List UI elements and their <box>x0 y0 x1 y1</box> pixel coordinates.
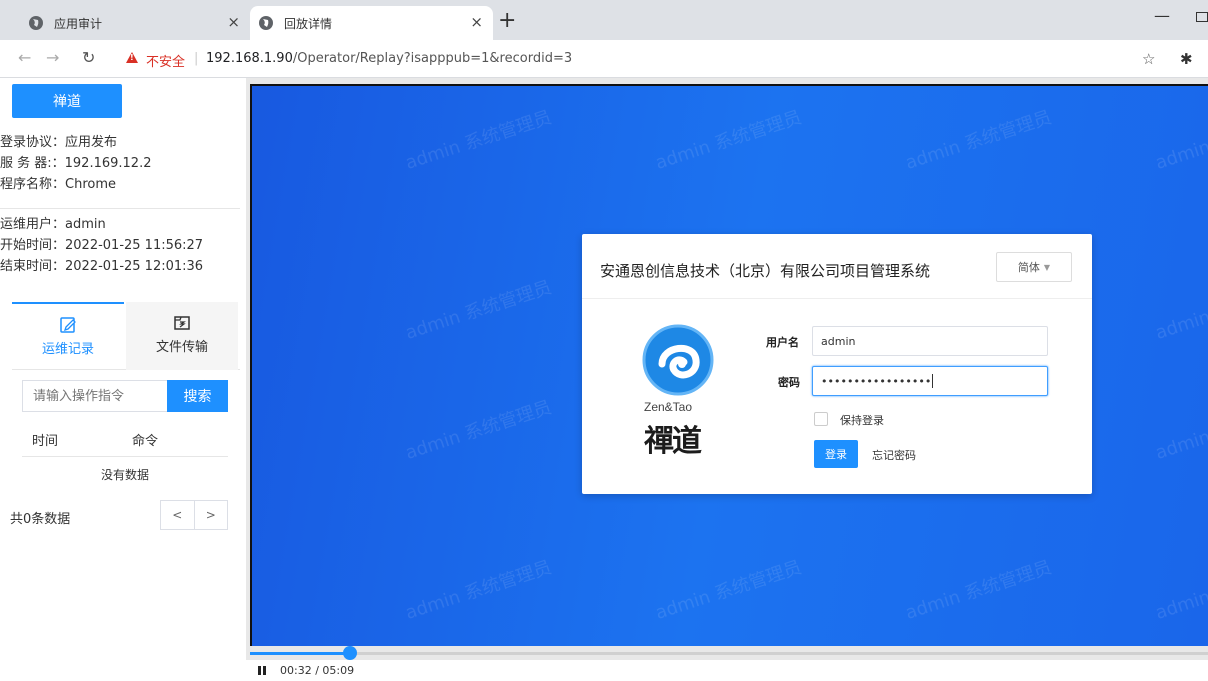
record-tabs: 运维记录 文件传输 <box>12 302 240 370</box>
security-status[interactable]: 不安全 <box>146 51 185 70</box>
address-separator: | <box>194 51 199 66</box>
password-field[interactable]: ••••••••••••••••• <box>812 366 1048 396</box>
password-value: ••••••••••••••••• <box>821 374 932 388</box>
prev-page-button[interactable]: < <box>161 501 194 529</box>
minimize-window-icon[interactable]: — <box>1154 6 1170 25</box>
watermark-text: admin 系统管理员 <box>1152 397 1208 464</box>
operator-info: 运维用户：admin 开始时间：2022-01-25 11:56:27 结束时间… <box>0 214 203 277</box>
column-header-command: 命令 <box>132 434 159 449</box>
tab-ops-label: 运维记录 <box>41 342 94 357</box>
program-text: 程序名称：Chrome <box>0 177 116 192</box>
maximize-window-icon[interactable] <box>1196 12 1208 22</box>
globe-icon <box>29 16 43 30</box>
next-page-button[interactable]: > <box>193 501 228 529</box>
zentao-swirl-icon <box>642 324 714 396</box>
replay-screen[interactable]: admin 系统管理员 admin 系统管理员 admin 系统管理员 admin 系… <box>250 84 1208 646</box>
password-label: 密码 <box>778 376 800 389</box>
tab-file-label: 文件传输 <box>155 340 208 355</box>
operator-user-text: 运维用户：admin <box>0 217 106 232</box>
login-card: 安通恩创信息技术（北京）有限公司项目管理系统 简体 ▼ Zen&Tao 禪道 用户… <box>582 234 1092 494</box>
watermark-text: admin 系统管理员 <box>652 106 805 174</box>
reload-icon[interactable]: ↻ <box>82 49 95 67</box>
zentao-logo: Zen&Tao 禪道 <box>642 324 742 459</box>
card-divider <box>582 298 1092 299</box>
logo-chinese-text: 禪道 <box>644 424 702 459</box>
divider <box>0 208 240 209</box>
protocol-text: 登录协议：应用发布 <box>0 135 118 150</box>
progress-handle[interactable] <box>342 646 357 660</box>
watermark-text: admin 系统管理员 <box>902 106 1055 174</box>
command-search-input[interactable] <box>22 380 167 412</box>
edit-icon <box>60 317 76 333</box>
replay-info-sidebar: 禅道 登录协议：应用发布 服 务 器:：192.169.12.2 程序名称：Ch… <box>0 78 244 681</box>
watermark-text: admin 系统管理员 <box>402 276 555 344</box>
url-host: 192.168.1.90 <box>206 51 293 66</box>
progress-fill <box>250 652 350 655</box>
tab-file-transfer[interactable]: 文件传输 <box>126 302 238 370</box>
watermark-text: admin 系统管理员 <box>1152 277 1208 344</box>
table-divider <box>22 456 228 457</box>
globe-icon <box>259 16 273 30</box>
tab-title: 回放详情 <box>284 16 333 31</box>
pagination: < > <box>160 500 228 530</box>
watermark-text: admin 系统管理员 <box>402 396 555 464</box>
login-title: 安通恩创信息技术（北京）有限公司项目管理系统 <box>600 262 931 280</box>
chevron-down-icon: ▼ <box>1043 262 1051 272</box>
progress-bar[interactable] <box>250 646 1208 660</box>
remember-checkbox[interactable] <box>814 412 828 426</box>
replay-player: admin 系统管理员 admin 系统管理员 admin 系统管理员 admin 系… <box>246 78 1208 681</box>
watermark-text: admin 系统管理员 <box>402 106 555 174</box>
watermark-text: admin 系统管理员 <box>1152 107 1208 174</box>
file-transfer-icon <box>174 316 190 330</box>
session-info: 登录协议：应用发布 服 务 器:：192.169.12.2 程序名称：Chrom… <box>0 132 151 195</box>
bookmark-star-icon[interactable]: ☆ <box>1142 50 1155 68</box>
url-field[interactable]: 192.168.1.90/Operator/Replay?isapppub=1&… <box>206 51 572 66</box>
playback-controls: 00:32 / 05:09 <box>246 660 1208 681</box>
watermark-text: admin 系统管理员 <box>402 556 555 624</box>
extensions-puzzle-icon[interactable]: ✱ <box>1180 50 1193 68</box>
watermark-text: admin 系统管理员 <box>1152 557 1208 624</box>
remember-label: 保持登录 <box>840 414 884 427</box>
watermark-text: admin 系统管理员 <box>902 556 1055 624</box>
logo-english-text: Zen&Tao <box>644 400 693 414</box>
browser-tab-bar: 应用审计 × 回放详情 × + — <box>0 0 1208 40</box>
text-cursor <box>932 374 934 388</box>
browser-tab-replay-detail[interactable]: 回放详情 × <box>250 6 493 40</box>
warning-icon[interactable] <box>126 52 138 63</box>
playback-time: 00:32 / 05:09 <box>280 664 355 677</box>
username-label: 用户名 <box>766 336 799 349</box>
watermark-text: admin 系统管理员 <box>652 556 805 624</box>
empty-table-text: 没有数据 <box>100 468 149 482</box>
browser-tab-app-audit[interactable]: 应用审计 × <box>0 6 250 40</box>
back-arrow-icon[interactable]: ← <box>18 49 31 67</box>
start-time-text: 开始时间：2022-01-25 11:56:27 <box>0 238 204 253</box>
language-select[interactable]: 简体 ▼ <box>996 252 1072 282</box>
search-button[interactable]: 搜索 <box>167 380 228 412</box>
tab-title: 应用审计 <box>54 16 103 31</box>
server-text: 服 务 器:：192.169.12.2 <box>0 156 152 171</box>
username-field[interactable]: admin <box>812 326 1048 356</box>
total-count: 共0条数据 <box>10 512 71 527</box>
language-value: 简体 <box>1017 261 1040 274</box>
pause-icon[interactable] <box>258 666 267 675</box>
column-header-time: 时间 <box>32 434 59 449</box>
new-tab-button[interactable]: + <box>498 10 516 32</box>
brand-button[interactable]: 禅道 <box>12 84 122 118</box>
address-bar: ← → ↻ 不安全 | 192.168.1.90/Operator/Replay… <box>0 40 1208 78</box>
close-tab-icon[interactable]: × <box>227 14 240 30</box>
tab-ops-records[interactable]: 运维记录 <box>12 302 124 370</box>
close-tab-icon[interactable]: × <box>470 14 483 30</box>
login-button[interactable]: 登录 <box>814 440 858 468</box>
username-value: admin <box>821 334 856 348</box>
forward-arrow-icon[interactable]: → <box>46 49 59 67</box>
end-time-text: 结束时间：2022-01-25 12:01:36 <box>0 259 204 274</box>
url-path: /Operator/Replay?isapppub=1&recordid=3 <box>292 51 573 66</box>
forgot-password-link[interactable]: 忘记密码 <box>872 447 916 463</box>
